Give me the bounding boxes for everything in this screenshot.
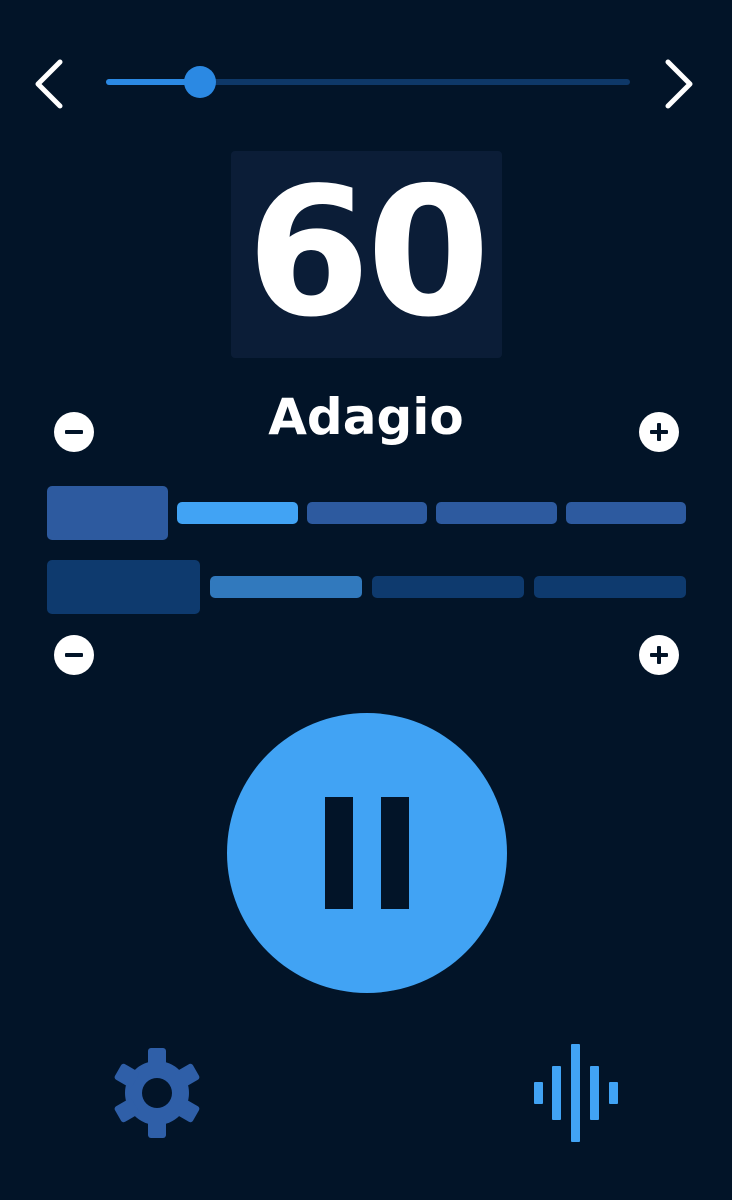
tempo-value: 60	[246, 149, 491, 356]
chevron-left-icon	[35, 59, 63, 109]
beat-bottom-3[interactable]	[372, 576, 524, 598]
beat-top-3[interactable]	[306, 502, 427, 524]
tempo-name: Adagio	[268, 388, 464, 446]
beat-top-5[interactable]	[565, 502, 686, 524]
settings-button[interactable]	[110, 1046, 204, 1140]
add-beat-bottom-button[interactable]	[639, 635, 679, 675]
beat-bottom-4[interactable]	[534, 576, 686, 598]
sound-button[interactable]	[530, 1044, 622, 1142]
play-pause-button[interactable]	[227, 713, 507, 993]
beat-top-2[interactable]	[177, 502, 298, 524]
remove-beat-top-button[interactable]	[54, 412, 94, 452]
minus-icon	[65, 653, 83, 657]
sound-wave-icon	[534, 1044, 618, 1142]
remove-beat-bottom-button[interactable]	[54, 635, 94, 675]
beat-top-4[interactable]	[436, 502, 557, 524]
minus-icon	[65, 430, 83, 434]
slider-thumb[interactable]	[184, 66, 216, 98]
gear-icon	[114, 1048, 200, 1138]
tempo-slider[interactable]	[106, 66, 630, 98]
previous-button[interactable]	[22, 56, 78, 112]
chevron-right-icon	[665, 59, 693, 109]
beat-top-1[interactable]	[47, 486, 168, 540]
beat-bottom-1[interactable]	[47, 560, 200, 614]
tempo-display[interactable]: 60	[231, 151, 502, 358]
add-beat-top-button[interactable]	[639, 412, 679, 452]
next-button[interactable]	[650, 56, 706, 112]
beat-bottom-2[interactable]	[210, 576, 362, 598]
